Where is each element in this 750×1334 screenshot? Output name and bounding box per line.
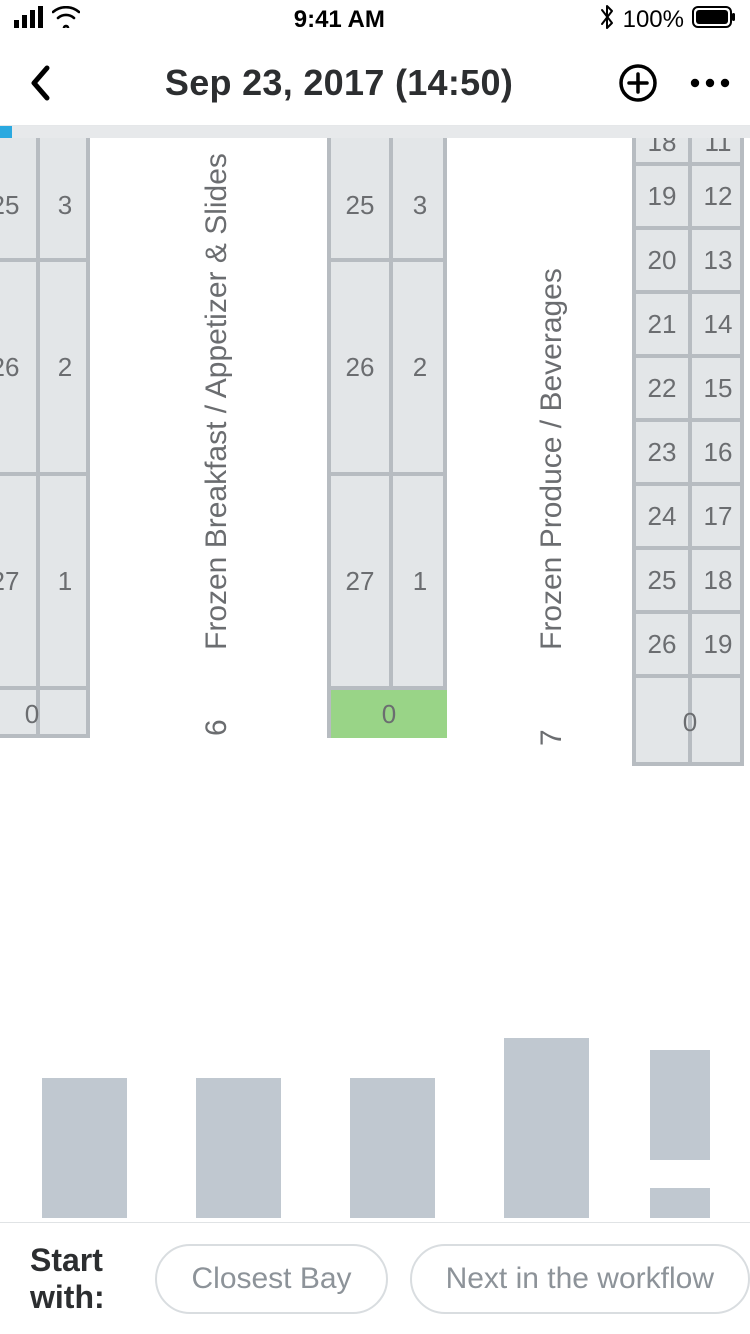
bay-cell[interactable]: 26 — [331, 262, 389, 472]
start-with-label: Start with: — [30, 1242, 133, 1316]
bay-cell[interactable]: 27 — [331, 476, 389, 686]
plus-circle-icon — [618, 63, 658, 103]
block — [350, 1078, 435, 1218]
bay-foot-active[interactable]: 0 — [331, 690, 447, 738]
add-button[interactable] — [616, 61, 660, 105]
bay-cell[interactable]: 20 — [636, 230, 688, 290]
bay-cell[interactable]: 19 — [636, 166, 688, 226]
progress-fill — [0, 126, 12, 138]
bay-cell[interactable]: 12 — [692, 166, 744, 226]
rack-7[interactable]: 18 11 19 12 20 13 21 14 22 15 23 16 24 1… — [632, 138, 744, 766]
bay-cell[interactable]: 3 — [40, 152, 90, 258]
back-button[interactable] — [18, 61, 62, 105]
block — [504, 1038, 589, 1218]
bay-cell[interactable]: 3 — [393, 152, 447, 258]
bay-foot[interactable]: 0 — [636, 678, 744, 766]
bay-cell[interactable]: 18 — [692, 550, 744, 610]
bay-cell[interactable]: 18 — [636, 138, 688, 162]
bay-cell[interactable]: 25 — [636, 550, 688, 610]
wifi-icon — [52, 6, 80, 35]
start-with-bar: Start with: Closest Bay Next in the work… — [0, 1222, 750, 1334]
option-next-workflow[interactable]: Next in the workflow — [410, 1244, 750, 1314]
bay-cell[interactable]: 23 — [636, 422, 688, 482]
bluetooth-icon — [599, 4, 615, 37]
option-closest-bay[interactable]: Closest Bay — [155, 1244, 387, 1314]
page-title: Sep 23, 2017 (14:50) — [62, 62, 616, 104]
bay-cell[interactable]: 22 — [636, 358, 688, 418]
battery-icon — [692, 6, 736, 35]
aisle-label: Frozen Produce / Beverages — [535, 268, 569, 650]
bay-cell[interactable]: 16 — [692, 422, 744, 482]
bay-cell[interactable]: 25 — [0, 152, 36, 258]
bay-cell[interactable]: 1 — [393, 476, 447, 686]
block — [196, 1078, 281, 1218]
rack-6[interactable]: 25 3 26 2 27 1 0 — [327, 138, 447, 738]
chevron-left-icon — [29, 65, 51, 101]
bay-cell[interactable]: 15 — [692, 358, 744, 418]
bay-cell[interactable]: 19 — [692, 614, 744, 674]
bay-cell[interactable]: 26 — [0, 262, 36, 472]
more-icon — [690, 78, 730, 88]
status-right: 100% — [599, 4, 736, 37]
bay-cell[interactable]: 13 — [692, 230, 744, 290]
block — [650, 1050, 710, 1160]
bay-cell[interactable]: 27 — [0, 476, 36, 686]
aisle-number: 7 — [535, 729, 569, 746]
block — [42, 1078, 127, 1218]
progress-bar — [0, 126, 750, 138]
signal-icon — [14, 6, 44, 35]
bay-cell[interactable]: 17 — [692, 486, 744, 546]
status-time: 9:41 AM — [294, 6, 385, 34]
nav-header: Sep 23, 2017 (14:50) — [0, 40, 750, 126]
status-bar: 9:41 AM 100% — [0, 0, 750, 40]
bay-cell[interactable]: 2 — [393, 262, 447, 472]
status-left — [14, 6, 80, 35]
rack-5[interactable]: 25 3 26 2 27 1 0 — [0, 138, 90, 738]
block — [650, 1188, 710, 1218]
bay-cell[interactable]: 26 — [636, 614, 688, 674]
bay-cell[interactable]: 11 — [692, 138, 744, 162]
bay-cell[interactable]: 25 — [331, 152, 389, 258]
bay-cell[interactable]: 21 — [636, 294, 688, 354]
aisle-label: Frozen Breakfast / Appetizer & Slides — [200, 153, 234, 650]
bay-cell[interactable]: 14 — [692, 294, 744, 354]
battery-percent: 100% — [623, 6, 684, 34]
aisle-number: 6 — [200, 719, 234, 736]
bottom-blocks — [0, 1018, 750, 1218]
more-button[interactable] — [688, 61, 732, 105]
aisle-map[interactable]: 25 3 26 2 27 1 0 Frozen Breakfast / Appe… — [0, 138, 750, 768]
bay-cell[interactable]: 24 — [636, 486, 688, 546]
bay-foot[interactable]: 0 — [0, 690, 90, 738]
bay-cell[interactable]: 2 — [40, 262, 90, 472]
bay-cell[interactable]: 1 — [40, 476, 90, 686]
